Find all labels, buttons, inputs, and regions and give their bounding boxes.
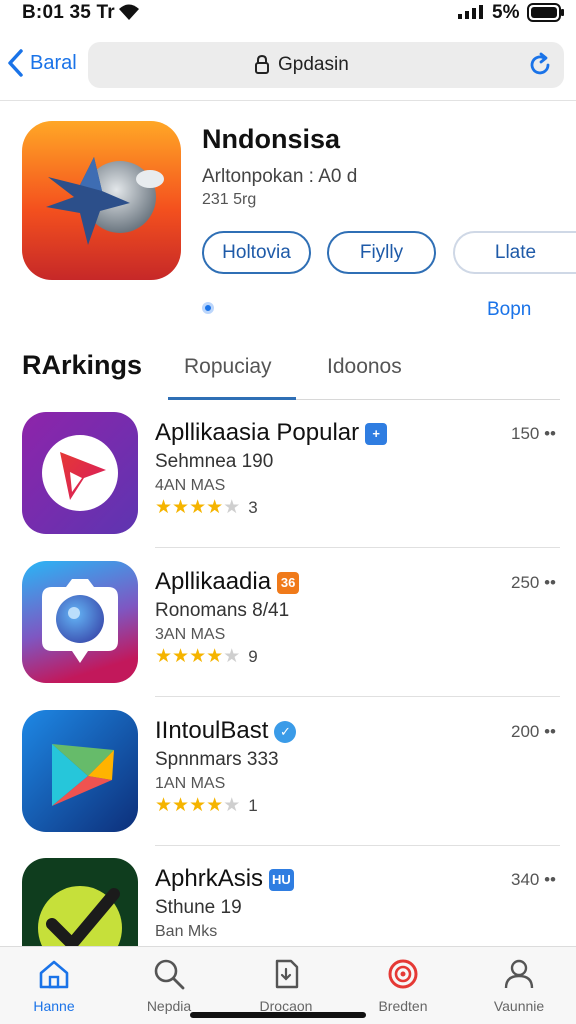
action-button-3[interactable]: Llate xyxy=(453,231,576,274)
list-item[interactable]: Apllikaadia 36 Ronomans 8/41 3AN MAS ★ ★ ★ ★… xyxy=(0,549,576,697)
page-dot-indicator xyxy=(202,302,214,314)
home-icon xyxy=(39,960,69,989)
star-icon: ★ xyxy=(206,795,224,816)
star-icon: ★ xyxy=(155,497,173,518)
tab-home[interactable]: Hanne xyxy=(9,957,99,1014)
item-rank: 150 •• xyxy=(511,424,556,443)
star-icon: ★ xyxy=(172,795,190,816)
app-icon-play xyxy=(22,412,138,534)
status-bar: B:01 35 Tr 5% xyxy=(0,0,576,26)
list-item[interactable]: Apllikaasia Popular + Sehmnea 190 4AN MAS… xyxy=(0,400,576,548)
item-meta: 4AN MAS xyxy=(155,477,226,494)
info-badge-icon: HU xyxy=(269,868,294,891)
item-rank: 250 •• xyxy=(511,573,556,592)
star-rating: ★ ★ ★ ★ ★ 1 xyxy=(155,795,258,817)
verified-badge-icon: ✓ xyxy=(274,720,297,743)
tab-label: Hanne xyxy=(33,998,75,1014)
app-icon-camera xyxy=(22,561,138,683)
document-icon xyxy=(275,959,299,989)
app-developer: Arltonpokan : A0 d xyxy=(202,166,358,187)
star-icon: ★ xyxy=(189,646,207,667)
rating-count: 1 xyxy=(248,796,258,815)
tab-second[interactable]: Idoonos xyxy=(327,355,402,379)
star-icon: ★ xyxy=(172,497,190,518)
item-divider xyxy=(155,696,560,697)
item-name-text: Apllikaadia xyxy=(155,568,272,595)
item-rank: 340 •• xyxy=(511,870,556,889)
signal-icon xyxy=(458,5,483,19)
tab-label: Bredten xyxy=(378,998,428,1014)
item-meta: 1AN MAS xyxy=(155,775,226,792)
item-developer: Sehmnea 190 xyxy=(155,451,274,472)
section-title: RArkings xyxy=(22,350,143,380)
star-empty-icon: ★ xyxy=(223,497,241,518)
battery-percent: 5% xyxy=(492,2,520,23)
item-developer: Ronomans 8/41 xyxy=(155,600,290,621)
tab-featured[interactable]: Bredten xyxy=(358,957,448,1014)
item-meta: Ban Mks xyxy=(155,923,218,940)
target-icon xyxy=(388,959,418,989)
star-empty-icon: ★ xyxy=(223,795,241,816)
home-indicator xyxy=(190,1012,366,1018)
item-name: Apllikaasia Popular + xyxy=(155,419,388,447)
star-rating: ★ ★ ★ ★ ★ 9 xyxy=(155,646,258,668)
back-label: Baral xyxy=(30,51,77,74)
item-developer: Sthune 19 xyxy=(155,897,242,918)
star-icon: ★ xyxy=(189,497,207,518)
status-time: B:01 35 Tr xyxy=(22,2,115,23)
rating-count: 3 xyxy=(248,498,258,517)
star-empty-icon: ★ xyxy=(223,646,241,667)
person-icon xyxy=(504,959,534,989)
app-icon-arrow xyxy=(22,710,138,832)
open-link[interactable]: Bopn xyxy=(487,299,531,321)
list-item[interactable]: IIntoulBast ✓ Spnnmars 333 1AN MAS ★ ★ ★ ★ ★ … xyxy=(0,698,576,846)
star-icon: ★ xyxy=(206,646,224,667)
app-icon xyxy=(22,121,181,280)
chevron-left-icon xyxy=(8,49,23,77)
lock-icon xyxy=(255,54,269,74)
rating-count: 9 xyxy=(248,647,258,666)
action-button-2[interactable]: Fiylly xyxy=(327,231,436,274)
url-text: Gpdasin xyxy=(278,54,349,75)
back-button[interactable]: Baral xyxy=(6,48,77,78)
battery-icon xyxy=(527,3,564,22)
star-icon: ★ xyxy=(189,795,207,816)
item-name-text: Apllikaasia Popular xyxy=(155,419,360,446)
tab-search[interactable]: Nepdia xyxy=(124,957,214,1014)
item-name-text: IIntoulBast xyxy=(155,717,269,744)
tab-label: Vaunnie xyxy=(493,998,545,1014)
wifi-icon xyxy=(119,4,139,20)
item-developer: Spnnmars 333 xyxy=(155,749,279,770)
item-divider xyxy=(155,547,560,548)
age-badge-icon: 36 xyxy=(277,571,300,594)
item-rank: 200 •• xyxy=(511,722,556,741)
reload-icon[interactable] xyxy=(526,51,554,79)
action-button-1[interactable]: Holtovia xyxy=(202,231,311,274)
address-bar[interactable]: Gpdasin xyxy=(88,42,564,88)
plus-badge-icon: + xyxy=(365,422,388,445)
star-icon: ★ xyxy=(155,795,173,816)
nav-divider xyxy=(0,100,576,101)
item-name-text: AphrkAsis xyxy=(155,865,264,892)
search-icon xyxy=(154,959,185,990)
star-rating: ★ ★ ★ ★ ★ 3 xyxy=(155,497,258,519)
app-meta: 231 5rg xyxy=(202,191,257,208)
item-name: IIntoulBast ✓ xyxy=(155,717,297,745)
item-name: AphrkAsis HU xyxy=(155,865,294,893)
star-icon: ★ xyxy=(206,497,224,518)
star-icon: ★ xyxy=(172,646,190,667)
item-meta: 3AN MAS xyxy=(155,626,226,643)
tab-popular[interactable]: Ropuciay xyxy=(184,355,272,379)
star-icon: ★ xyxy=(155,646,173,667)
app-title: Nndonsisa xyxy=(202,124,341,154)
tab-documents[interactable]: Drocaon xyxy=(241,957,331,1014)
item-name: Apllikaadia 36 xyxy=(155,568,300,596)
tab-account[interactable]: Vaunnie xyxy=(474,957,564,1014)
